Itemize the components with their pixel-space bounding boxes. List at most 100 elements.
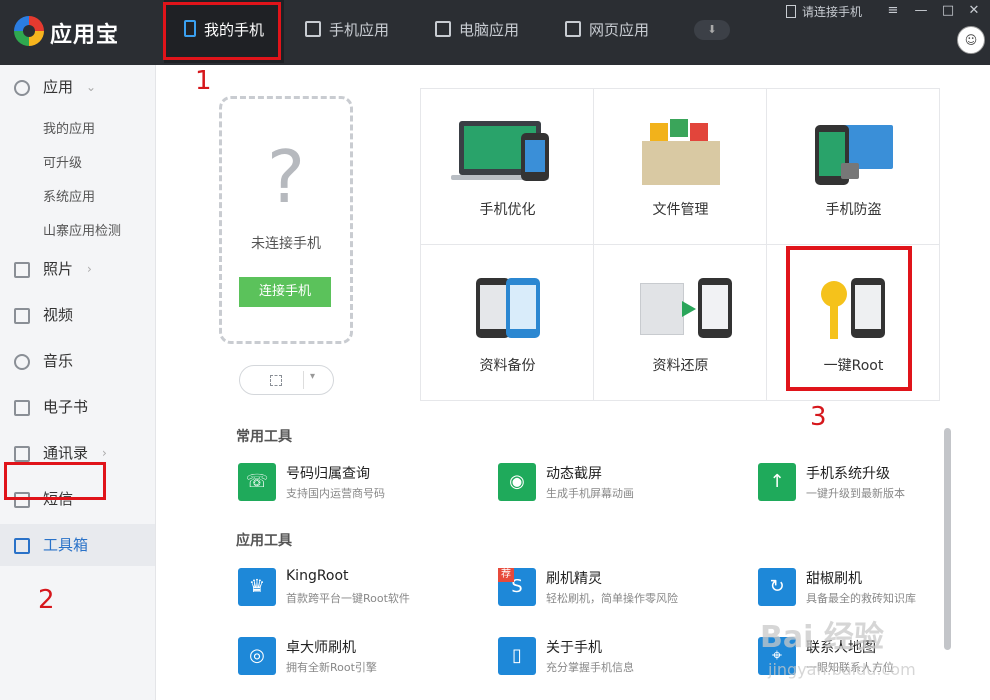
bag-icon — [305, 21, 321, 37]
screen-capture-icon: ◉ — [498, 463, 536, 501]
tool-name: 甜椒刷机 — [806, 571, 862, 587]
sidebar-item-music[interactable]: 音乐 — [0, 346, 155, 376]
tool-desc: 首款跨平台一键Root软件 — [286, 592, 410, 605]
phone-lock-icon — [767, 117, 940, 187]
divider — [303, 371, 304, 389]
sidebar-item-ebook[interactable]: 电子书 — [0, 392, 155, 422]
apps-icon — [14, 80, 30, 96]
tab-phone-apps[interactable]: 手机应用 — [305, 0, 389, 63]
sidebar-item-label: 照片 — [43, 260, 74, 278]
file-box-icon — [594, 117, 767, 187]
tile-label: 文件管理 — [652, 202, 709, 218]
scrollbar[interactable] — [944, 428, 951, 650]
sidebar-item-video[interactable]: 视频 — [0, 300, 155, 330]
phone-optimize-icon — [421, 117, 594, 187]
sidebar-sub-fake-app-check[interactable]: 山寨应用检测 — [43, 220, 121, 239]
tool-about-phone[interactable]: ▯ 关于手机 充分掌握手机信息 — [498, 637, 743, 677]
tile-restore[interactable]: 资料还原 — [594, 245, 767, 401]
tile-phone-optimize[interactable]: 手机优化 — [421, 89, 594, 245]
tool-zhuodashi[interactable]: ◎ 卓大师刷机 拥有全新Root引擎 — [238, 637, 483, 677]
tool-desc: 拥有全新Root引擎 — [286, 661, 377, 674]
minimize-icon[interactable]: — — [912, 3, 930, 18]
sidebar: 应用 ⌄ 我的应用 可升级 系统应用 山寨应用检测 照片 › 视频 音乐 电子书… — [0, 65, 156, 700]
sidebar-sub-upgradable[interactable]: 可升级 — [43, 152, 82, 171]
phone-info-icon: ▯ — [498, 637, 536, 675]
close-icon[interactable]: ✕ — [965, 3, 983, 18]
phone-status-icon — [786, 5, 796, 18]
highlight-frame-toolbox — [4, 462, 106, 500]
chevron-down-icon: ⌄ — [86, 80, 97, 94]
tool-name: 关于手机 — [546, 640, 602, 656]
swirl-icon: ◎ — [238, 637, 276, 675]
tool-desc: 生成手机屏幕动画 — [546, 487, 634, 500]
download-icon: ⬇ — [707, 23, 717, 36]
tool-shuaji-jingling[interactable]: S 荐 刷机精灵 轻松刷机，简单操作零风险 — [498, 568, 743, 608]
tab-web-apps[interactable]: 网页应用 — [565, 0, 649, 63]
annotation-2: 2 — [38, 585, 55, 615]
sidebar-item-label: 应用 — [43, 78, 74, 96]
sidebar-item-label: 电子书 — [43, 398, 89, 416]
avatar[interactable]: ☺ — [957, 26, 985, 54]
sidebar-item-toolbox[interactable]: 工具箱 — [0, 524, 155, 566]
connect-status[interactable]: 请连接手机 — [786, 3, 862, 20]
backup-icon — [421, 273, 594, 343]
section-title-common: 常用工具 — [236, 429, 292, 445]
video-icon — [14, 308, 30, 324]
book-icon — [14, 400, 30, 416]
crown-icon: ♛ — [238, 568, 276, 606]
tool-tianjiao-flash[interactable]: ↻ 甜椒刷机 具备最全的救砖知识库 — [758, 568, 990, 608]
tile-backup[interactable]: 资料备份 — [421, 245, 594, 401]
phone-placeholder-card: ? 未连接手机 连接手机 — [219, 96, 353, 344]
flash-icon: S 荐 — [498, 568, 536, 606]
connect-phone-button[interactable]: 连接手机 — [239, 277, 331, 307]
screenshot-button[interactable]: ▾ — [239, 365, 334, 395]
maximize-icon[interactable]: □ — [939, 3, 957, 18]
tile-label: 手机防盗 — [825, 202, 882, 218]
tile-label: 资料备份 — [479, 358, 536, 374]
pepper-icon: ↻ — [758, 568, 796, 606]
watermark-url: jingyan.baidu.com — [768, 660, 916, 679]
sidebar-item-label: 工具箱 — [43, 536, 89, 554]
tab-pc-apps[interactable]: 电脑应用 — [435, 0, 519, 63]
tool-desc: 轻松刷机，简单操作零风险 — [546, 592, 678, 605]
sidebar-sub-system-apps[interactable]: 系统应用 — [43, 186, 95, 205]
question-mark-icon: ? — [266, 135, 306, 219]
tab-pc-apps-label: 电脑应用 — [459, 21, 520, 39]
download-button[interactable]: ⬇ — [694, 20, 730, 40]
tool-system-upgrade[interactable]: ↑ 手机系统升级 一键升级到最新版本 — [758, 463, 990, 503]
tab-web-apps-label: 网页应用 — [589, 21, 650, 39]
tool-name: 手机系统升级 — [806, 466, 890, 482]
top-bar: 应用宝 我的手机 手机应用 电脑应用 网页应用 ⬇ 请连接手机 ≡ — □ ✕ … — [0, 0, 990, 65]
chevron-right-icon: › — [87, 262, 92, 276]
tool-desc: 一键升级到最新版本 — [806, 487, 905, 500]
tool-dynamic-screenshot[interactable]: ◉ 动态截屏 生成手机屏幕动画 — [498, 463, 743, 503]
tile-file-manager[interactable]: 文件管理 — [594, 89, 767, 245]
tile-label: 手机优化 — [479, 202, 536, 218]
sidebar-sub-my-apps[interactable]: 我的应用 — [43, 118, 95, 137]
sidebar-item-label: 音乐 — [43, 352, 74, 370]
app-logo: 应用宝 — [10, 14, 150, 50]
web-icon — [565, 21, 581, 37]
tile-anti-theft[interactable]: 手机防盗 — [767, 89, 940, 245]
sidebar-item-photos[interactable]: 照片 › — [0, 254, 155, 284]
tool-name: 动态截屏 — [546, 466, 602, 482]
tool-kingroot[interactable]: ♛ KingRoot 首款跨平台一键Root软件 — [238, 568, 483, 608]
tool-name: 刷机精灵 — [546, 571, 602, 587]
tool-desc: 充分掌握手机信息 — [546, 661, 634, 674]
sidebar-item-apps[interactable]: 应用 ⌄ — [0, 72, 155, 102]
logo-icon — [14, 16, 44, 46]
phone-call-icon: ☏ — [238, 463, 276, 501]
watermark: Bai 经验 — [760, 620, 884, 655]
section-title-app-tools: 应用工具 — [236, 533, 292, 549]
menu-icon[interactable]: ≡ — [884, 3, 902, 18]
photo-icon — [14, 262, 30, 278]
phone-status-text: 未连接手机 — [251, 236, 321, 252]
restore-icon — [594, 273, 767, 343]
app-name: 应用宝 — [50, 23, 120, 48]
tool-name: 卓大师刷机 — [286, 640, 356, 656]
chevron-down-icon[interactable]: ▾ — [310, 371, 315, 382]
crop-icon — [270, 375, 282, 386]
annotation-3: 3 — [810, 402, 827, 432]
tool-number-lookup[interactable]: ☏ 号码归属查询 支持国内运营商号码 — [238, 463, 483, 503]
highlight-frame-root — [786, 246, 912, 391]
